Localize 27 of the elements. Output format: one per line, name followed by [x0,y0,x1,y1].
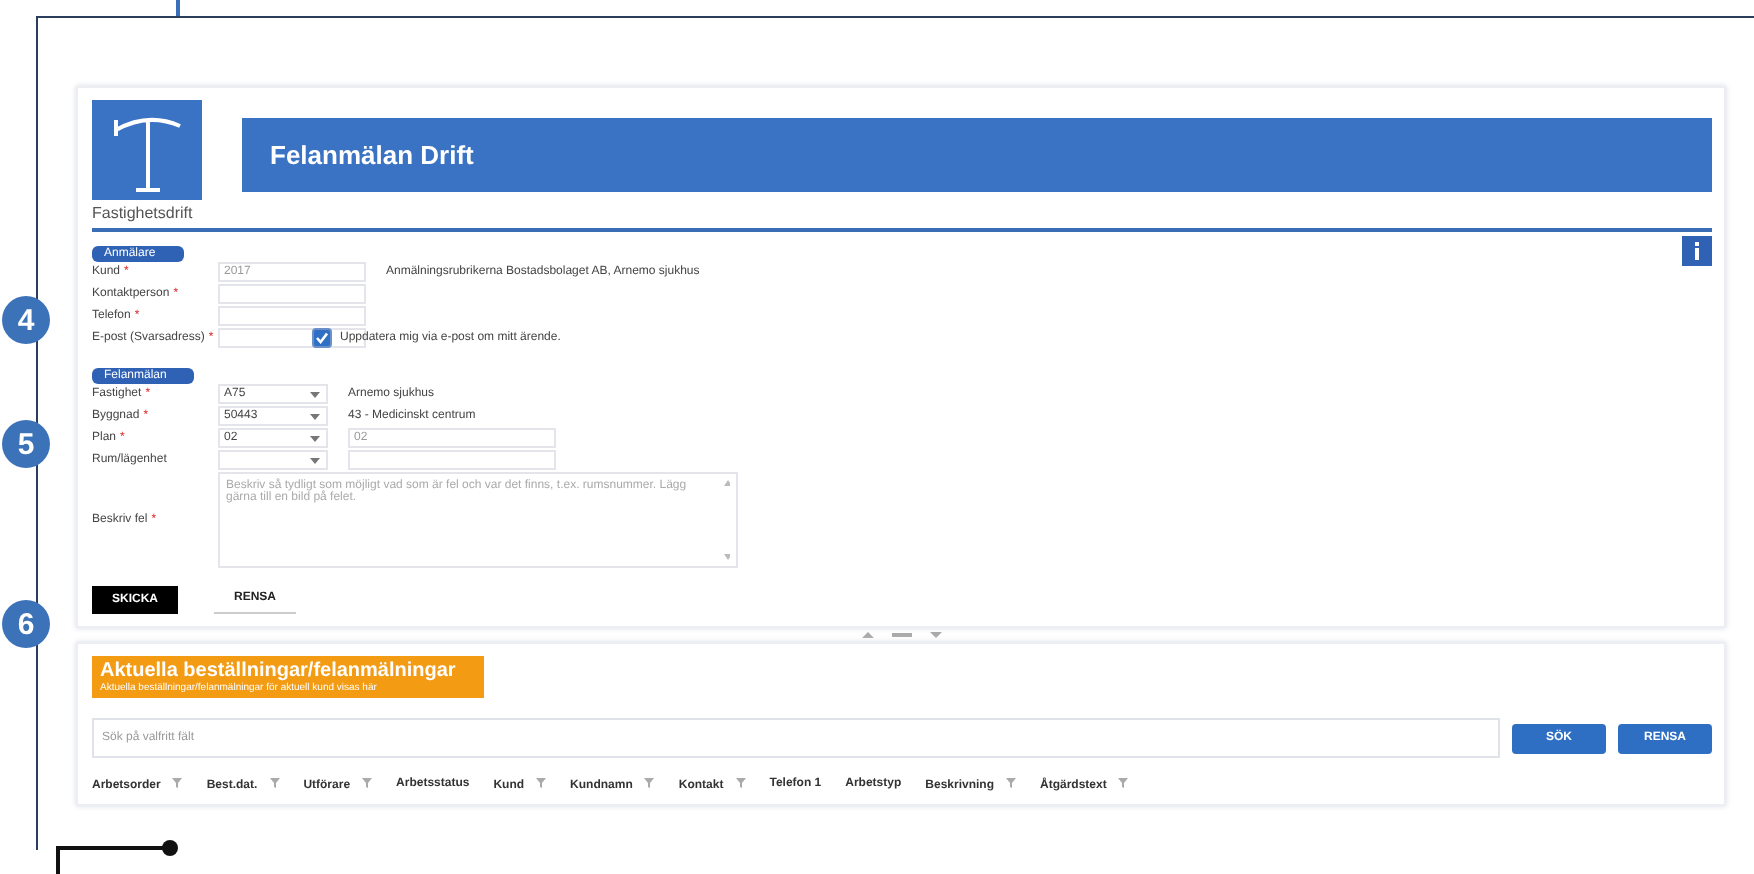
caret-icon[interactable] [310,435,320,441]
checkbox[interactable] [312,328,332,348]
splitter-handle[interactable] [861,630,941,640]
caret-icon[interactable] [310,391,320,397]
filter-icon[interactable] [1006,778,1017,788]
text-field[interactable] [218,306,366,326]
filter-icon[interactable] [269,778,280,788]
step-number: 4 [2,296,50,344]
step-number: 5 [2,420,50,468]
text-field[interactable] [218,284,366,304]
filter-icon[interactable] [735,778,746,788]
filter-icon[interactable] [536,778,547,788]
hammer-logo-icon [92,100,202,200]
select-field[interactable] [218,450,328,470]
filter-icon[interactable] [1118,778,1129,788]
logo-caption: Fastighetsdrift [92,204,195,222]
filter-icon[interactable] [172,778,183,788]
filter-icon[interactable] [362,778,373,788]
info-icon[interactable] [1682,236,1712,266]
title-bar: Felanmälan Drift [242,118,1712,192]
caret-icon[interactable] [310,457,320,463]
filter-icon[interactable] [644,778,655,788]
leader-line [56,840,180,874]
text-field[interactable] [348,450,556,470]
orders-title: Aktuella beställningar/felanmälningar [100,660,456,682]
caret-icon[interactable] [310,413,320,419]
step-number: 6 [2,600,50,648]
